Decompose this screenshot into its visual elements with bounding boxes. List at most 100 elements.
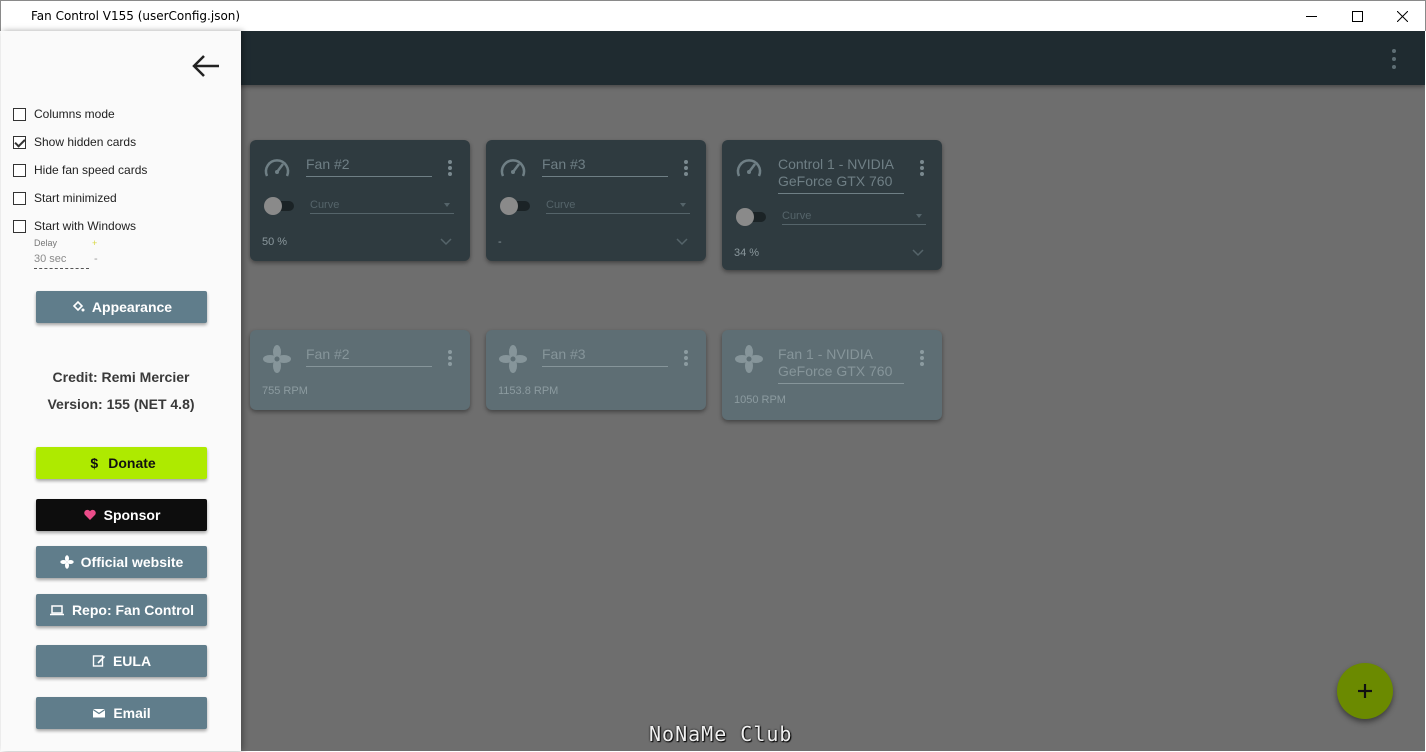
delay-increment-button[interactable]: + bbox=[92, 238, 97, 248]
appearance-button[interactable]: Appearance bbox=[36, 291, 207, 323]
speedometer-icon bbox=[264, 159, 290, 177]
window-titlebar: Fan Control V155 (userConfig.json) bbox=[0, 0, 1426, 31]
delay-input[interactable]: 30 sec bbox=[34, 253, 89, 269]
card-name[interactable]: Fan #2 bbox=[306, 346, 432, 367]
option-columns-mode[interactable]: Columns mode bbox=[13, 105, 115, 123]
control-card[interactable]: Control 1 - NVIDIA GeForce GTX 760 Curve… bbox=[722, 140, 942, 270]
card-mode-select[interactable]: Curve bbox=[782, 210, 926, 225]
card-value: 34 % bbox=[734, 247, 760, 259]
email-label: Email bbox=[113, 705, 151, 721]
eula-button[interactable]: EULA bbox=[36, 645, 207, 677]
maximize-button[interactable] bbox=[1334, 1, 1380, 31]
credit-text: Credit: Remi Mercier bbox=[52, 369, 190, 385]
card-mode-value: Curve bbox=[782, 210, 812, 222]
plus-icon bbox=[1358, 684, 1372, 698]
dollar-icon: $ bbox=[90, 455, 99, 471]
paint-bucket-icon bbox=[71, 300, 85, 314]
speedometer-icon bbox=[736, 159, 762, 177]
card-mode-select[interactable]: Curve bbox=[310, 199, 454, 214]
card-value: 755 RPM bbox=[262, 385, 308, 397]
card-value: 1050 RPM bbox=[734, 394, 786, 406]
checkbox[interactable] bbox=[13, 191, 26, 205]
eula-label: EULA bbox=[112, 653, 152, 669]
fan-icon bbox=[499, 345, 527, 373]
chevron-down-icon[interactable] bbox=[440, 238, 452, 246]
card-menu-icon[interactable] bbox=[448, 350, 452, 366]
minimize-button[interactable] bbox=[1288, 1, 1334, 31]
card-menu-icon[interactable] bbox=[920, 160, 924, 176]
option-label: Show hidden cards bbox=[34, 135, 137, 149]
speed-card[interactable]: Fan #3 1153.8 RPM bbox=[486, 330, 706, 410]
control-card[interactable]: Fan #3 Curve - bbox=[486, 140, 706, 261]
option-show-hidden-cards[interactable]: Show hidden cards bbox=[13, 133, 136, 151]
card-enable-toggle[interactable] bbox=[498, 197, 532, 215]
laptop-icon bbox=[49, 603, 65, 617]
email-button[interactable]: Email bbox=[36, 697, 207, 729]
settings-drawer: Columns mode Show hidden cards Hide fan … bbox=[1, 31, 241, 751]
watermark-text: NoNaMe Club bbox=[649, 722, 793, 746]
maximize-icon bbox=[1351, 10, 1363, 22]
option-label: Start with Windows bbox=[34, 219, 137, 233]
appearance-label: Appearance bbox=[91, 299, 173, 315]
card-menu-icon[interactable] bbox=[684, 350, 688, 366]
card-menu-icon[interactable] bbox=[920, 350, 924, 366]
dropdown-caret-icon bbox=[916, 214, 922, 218]
option-label: Columns mode bbox=[34, 107, 115, 121]
donate-button[interactable]: $ Donate bbox=[36, 447, 207, 479]
delay-label: Delay bbox=[34, 238, 58, 248]
checkbox[interactable] bbox=[13, 107, 26, 121]
card-mode-value: Curve bbox=[310, 199, 340, 211]
repo-label: Repo: Fan Control bbox=[71, 602, 195, 618]
sponsor-label: Sponsor bbox=[103, 507, 161, 523]
card-name[interactable]: Fan #3 bbox=[542, 156, 668, 177]
card-name[interactable]: Fan 1 - NVIDIA GeForce GTX 760 bbox=[778, 346, 904, 384]
checkbox[interactable] bbox=[13, 219, 26, 233]
checkbox-checked[interactable] bbox=[13, 135, 26, 149]
card-mode-select[interactable]: Curve bbox=[546, 199, 690, 214]
option-start-with-windows[interactable]: Start with Windows bbox=[13, 217, 136, 235]
close-button[interactable] bbox=[1379, 1, 1425, 31]
card-value: 50 % bbox=[262, 236, 288, 248]
fan-icon bbox=[735, 345, 763, 373]
add-card-button[interactable] bbox=[1337, 663, 1393, 719]
speed-card[interactable]: Fan #2 755 RPM bbox=[250, 330, 470, 410]
card-name[interactable]: Control 1 - NVIDIA GeForce GTX 760 bbox=[778, 156, 904, 194]
chevron-down-icon[interactable] bbox=[912, 249, 924, 257]
delay-decrement-button[interactable]: - bbox=[94, 253, 98, 265]
repo-button[interactable]: Repo: Fan Control bbox=[36, 594, 207, 626]
chevron-down-icon[interactable] bbox=[676, 238, 688, 246]
dropdown-caret-icon bbox=[680, 203, 686, 207]
option-label: Start minimized bbox=[34, 191, 117, 205]
option-label: Hide fan speed cards bbox=[34, 163, 148, 177]
card-name[interactable]: Fan #3 bbox=[542, 346, 668, 367]
option-hide-fan-speed-cards[interactable]: Hide fan speed cards bbox=[13, 161, 147, 179]
more-menu-icon[interactable] bbox=[1391, 49, 1397, 69]
card-enable-toggle[interactable] bbox=[262, 197, 296, 215]
sponsor-button[interactable]: Sponsor bbox=[36, 499, 207, 531]
official-website-label: Official website bbox=[80, 554, 184, 570]
back-arrow-icon[interactable] bbox=[191, 53, 221, 79]
checkbox[interactable] bbox=[13, 163, 26, 177]
fan-icon bbox=[263, 345, 291, 373]
card-mode-value: Curve bbox=[546, 199, 576, 211]
card-value: - bbox=[498, 236, 502, 248]
minimize-icon bbox=[1305, 15, 1317, 17]
speedometer-icon bbox=[500, 159, 526, 177]
envelope-icon bbox=[92, 706, 106, 720]
document-edit-icon bbox=[92, 654, 106, 668]
close-icon bbox=[1396, 10, 1408, 22]
card-value: 1153.8 RPM bbox=[498, 385, 559, 397]
card-name[interactable]: Fan #2 bbox=[306, 156, 432, 177]
card-menu-icon[interactable] bbox=[684, 160, 688, 176]
dropdown-caret-icon bbox=[444, 203, 450, 207]
card-enable-toggle[interactable] bbox=[734, 208, 768, 226]
option-start-minimized[interactable]: Start minimized bbox=[13, 189, 117, 207]
fan-icon bbox=[59, 555, 74, 569]
official-website-button[interactable]: Official website bbox=[36, 546, 207, 578]
card-menu-icon[interactable] bbox=[448, 160, 452, 176]
donate-label: Donate bbox=[108, 455, 156, 471]
version-text: Version: 155 (NET 4.8) bbox=[47, 396, 195, 412]
heart-icon bbox=[83, 508, 97, 522]
control-card[interactable]: Fan #2 Curve 50 % bbox=[250, 140, 470, 261]
speed-card[interactable]: Fan 1 - NVIDIA GeForce GTX 760 1050 RPM bbox=[722, 330, 942, 420]
